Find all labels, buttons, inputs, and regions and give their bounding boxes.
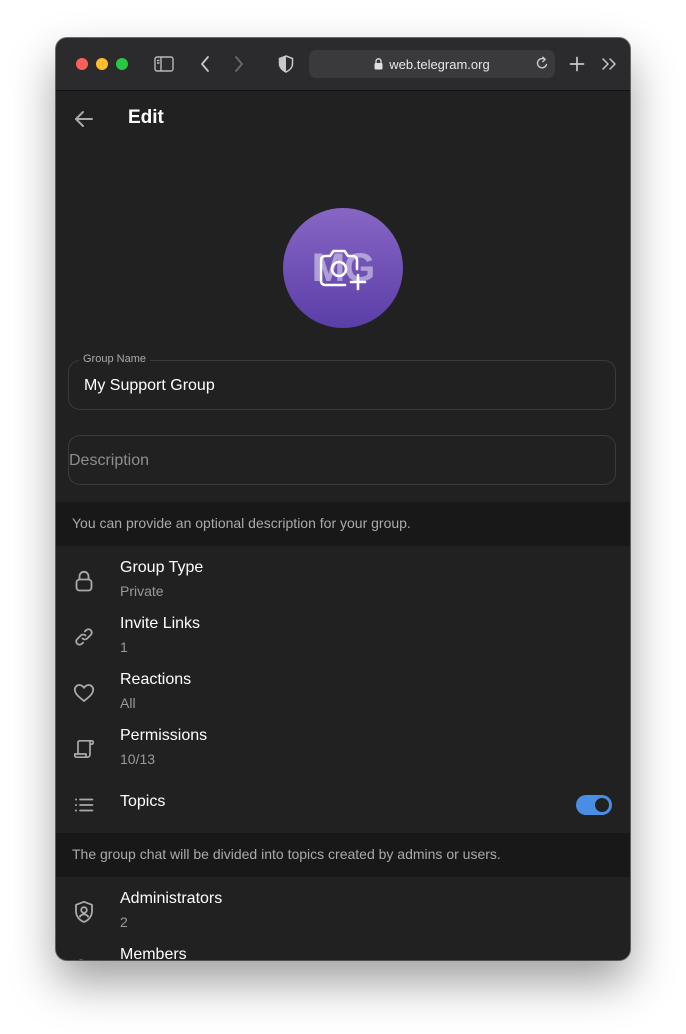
administrators-count: 2 <box>120 914 128 930</box>
group-name-value[interactable]: My Support Group <box>84 377 215 395</box>
panel-header: Edit <box>56 91 630 147</box>
avatar-upload[interactable]: MG <box>283 208 403 328</box>
address-text: web.telegram.org <box>389 56 490 72</box>
description-hint: You can provide an optional description … <box>56 502 630 546</box>
shield-icon[interactable] <box>274 52 298 76</box>
page-title: Edit <box>128 107 164 128</box>
topics-toggle[interactable] <box>576 795 612 815</box>
members-title: Members <box>120 946 187 960</box>
group-type-value: Private <box>120 583 164 599</box>
invite-links-title: Invite Links <box>120 615 201 632</box>
edit-group-panel: Edit MG Group Name My Support Group Desc… <box>56 91 630 960</box>
reload-icon[interactable] <box>535 56 549 71</box>
chevron-right-icon[interactable] <box>227 52 251 76</box>
lock-icon <box>72 569 96 593</box>
topics-title: Topics <box>120 793 166 810</box>
administrators-row[interactable]: Administrators 2 <box>56 884 630 940</box>
members-row[interactable]: Members 3 <box>56 940 630 960</box>
minimize-window-button[interactable] <box>96 58 108 70</box>
admin-shield-icon <box>72 900 96 924</box>
group-type-title: Group Type <box>120 559 204 576</box>
topics-row[interactable]: Topics <box>56 777 630 833</box>
sidebar-icon[interactable] <box>152 52 176 76</box>
reactions-value: All <box>120 695 136 711</box>
administrators-title: Administrators <box>120 890 223 907</box>
reactions-title: Reactions <box>120 671 192 688</box>
invite-links-row[interactable]: Invite Links 1 <box>56 609 630 665</box>
topics-hint: The group chat will be divided into topi… <box>56 833 630 877</box>
permissions-value: 10/13 <box>120 751 156 767</box>
close-window-button[interactable] <box>76 58 88 70</box>
double-chevron-icon[interactable] <box>597 52 621 76</box>
group-type-row[interactable]: Group Type Private <box>56 553 630 609</box>
permissions-title: Permissions <box>120 727 208 744</box>
heart-icon <box>72 681 96 705</box>
link-icon <box>72 625 96 649</box>
browser-toolbar: web.telegram.org <box>56 38 630 91</box>
address-bar[interactable]: web.telegram.org <box>309 50 555 78</box>
scroll-icon <box>72 737 96 761</box>
permissions-row[interactable]: Permissions 10/13 <box>56 721 630 777</box>
arrow-left-icon <box>74 110 94 128</box>
maximize-window-button[interactable] <box>116 58 128 70</box>
description-placeholder: Description <box>69 452 150 469</box>
group-name-field[interactable]: Group Name My Support Group <box>68 353 616 410</box>
plus-icon[interactable] <box>565 52 589 76</box>
group-name-label: Group Name <box>79 353 150 365</box>
list-icon <box>72 793 96 817</box>
invite-links-count: 1 <box>120 639 128 655</box>
browser-window: web.telegram.org Edit MG Group Name My S… <box>56 38 630 960</box>
reactions-row[interactable]: Reactions All <box>56 665 630 721</box>
back-button[interactable] <box>72 107 96 131</box>
toggle-knob <box>593 796 611 814</box>
chevron-left-icon[interactable] <box>193 52 217 76</box>
description-field[interactable]: Description <box>68 435 616 485</box>
users-icon <box>72 956 96 960</box>
lock-icon <box>374 58 383 70</box>
camera-add-icon <box>319 246 367 297</box>
